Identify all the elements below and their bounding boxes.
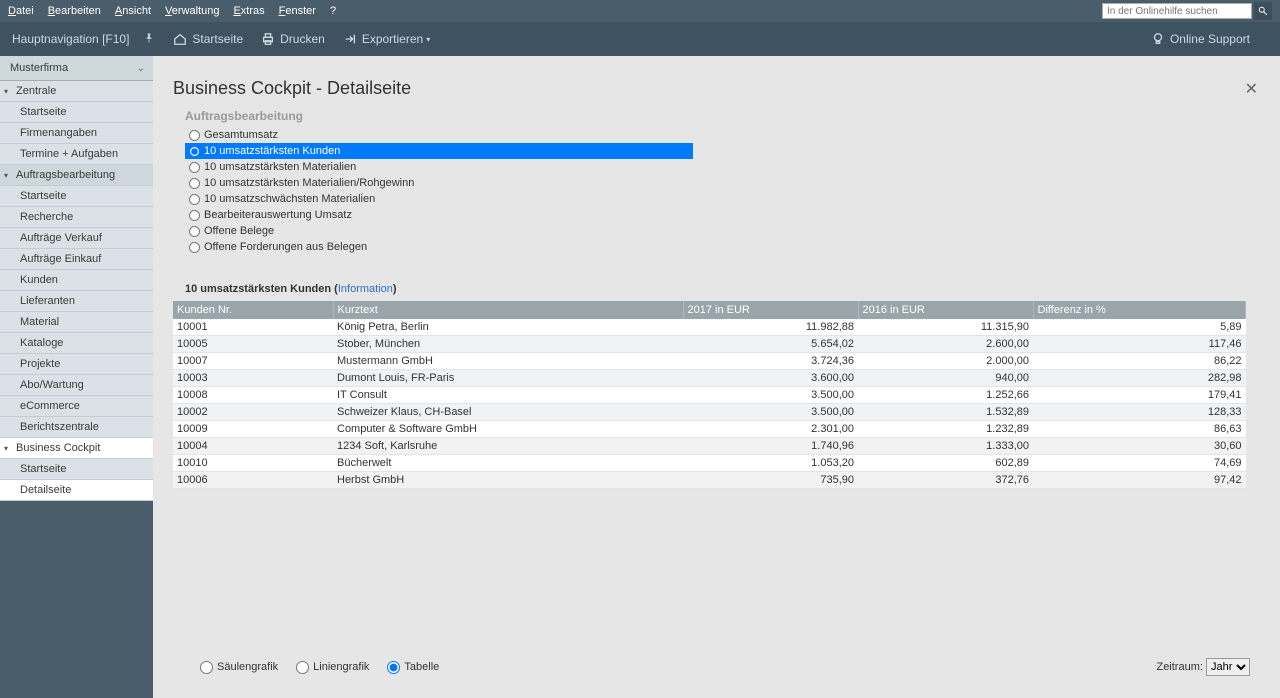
nav-recherche[interactable]: Recherche — [0, 207, 153, 228]
menu-ansicht[interactable]: Ansicht — [115, 5, 151, 17]
home-button[interactable]: Startseite — [173, 32, 243, 46]
help-search-button[interactable] — [1254, 2, 1272, 20]
information-link[interactable]: Information — [338, 283, 393, 295]
col-3[interactable]: 2016 in EUR — [858, 301, 1033, 319]
chevron-down-icon: ▾ — [426, 35, 430, 44]
nav-material[interactable]: Material — [0, 312, 153, 333]
nav-lieferanten[interactable]: Lieferanten — [0, 291, 153, 312]
toolbar: Hauptnavigation [F10] Startseite Drucken… — [0, 22, 1280, 56]
home-icon — [173, 32, 187, 46]
pin-icon[interactable] — [143, 32, 155, 47]
view-tabelle[interactable]: Tabelle — [387, 661, 439, 674]
view-liniengrafik[interactable]: Liniengrafik — [296, 661, 369, 674]
report-option-2[interactable]: 10 umsatzstärksten Materialien — [185, 159, 693, 175]
nav-auftr-ge-einkauf[interactable]: Aufträge Einkauf — [0, 249, 153, 270]
print-icon — [261, 32, 275, 46]
nav-zentrale[interactable]: Zentrale — [0, 81, 153, 102]
footer-controls: Säulengrafik Liniengrafik Tabelle Zeitraum… — [200, 658, 1250, 676]
report-option-5[interactable]: Bearbeiterauswertung Umsatz — [185, 207, 693, 223]
export-label: Exportieren — [362, 32, 423, 46]
report-option-3[interactable]: 10 umsatzstärksten Materialien/Rohgewinn — [185, 175, 693, 191]
menu-extras[interactable]: Extras — [233, 5, 264, 17]
help-search-input[interactable] — [1102, 3, 1252, 19]
sidebar: Musterfirma ⌄ ZentraleStartseiteFirmenan… — [0, 56, 153, 698]
export-icon — [343, 32, 357, 46]
page-title: Business Cockpit - Detailseite — [173, 78, 1241, 99]
customers-table: Kunden Nr.Kurztext2017 in EUR2016 in EUR… — [173, 301, 1246, 489]
nav-projekte[interactable]: Projekte — [0, 354, 153, 375]
table-row[interactable]: 10003Dumont Louis, FR-Paris3.600,00940,0… — [173, 370, 1246, 387]
close-button[interactable]: ✕ — [1241, 79, 1262, 99]
period-label: Zeitraum: — [1156, 661, 1202, 673]
nav-kunden[interactable]: Kunden — [0, 270, 153, 291]
table-row[interactable]: 10001König Petra, Berlin11.982,8811.315,… — [173, 319, 1246, 336]
main-navigation-label: Hauptnavigation [F10] — [12, 32, 129, 46]
online-support-button[interactable]: Online Support — [1151, 32, 1250, 46]
menubar: Datei Bearbeiten Ansicht Verwaltung Extras Fe… — [0, 0, 1280, 22]
print-label: Drucken — [280, 32, 325, 46]
nav-berichtszentrale[interactable]: Berichtszentrale — [0, 417, 153, 438]
export-button[interactable]: Exportieren ▾ — [343, 32, 430, 46]
col-1[interactable]: Kurztext — [333, 301, 683, 319]
section-title: Auftragsbearbeitung — [185, 109, 1262, 123]
table-row[interactable]: 100041234 Soft, Karlsruhe1.740,961.333,0… — [173, 438, 1246, 455]
report-option-7[interactable]: Offene Forderungen aus Belegen — [185, 239, 693, 255]
nav-firmenangaben[interactable]: Firmenangaben — [0, 123, 153, 144]
report-option-6[interactable]: Offene Belege — [185, 223, 693, 239]
nav-ecommerce[interactable]: eCommerce — [0, 396, 153, 417]
menu-?[interactable]: ? — [330, 5, 336, 17]
report-option-1[interactable]: 10 umsatzstärksten Kunden — [185, 143, 693, 159]
nav-startseite[interactable]: Startseite — [0, 102, 153, 123]
main-content: Business Cockpit - Detailseite ✕ Auftrag… — [153, 56, 1280, 698]
col-4[interactable]: Differenz in % — [1033, 301, 1246, 319]
table-row[interactable]: 10006Herbst GmbH735,90372,7697,42 — [173, 472, 1246, 489]
firm-selector[interactable]: Musterfirma ⌄ — [0, 56, 153, 81]
menu-verwaltung[interactable]: Verwaltung — [165, 5, 219, 17]
table-row[interactable]: 10010Bücherwelt1.053,20602,8974,69 — [173, 455, 1246, 472]
menu-fenster[interactable]: Fenster — [279, 5, 316, 17]
menu-datei[interactable]: Datei — [8, 5, 34, 17]
nav-detailseite[interactable]: Detailseite — [0, 480, 153, 501]
nav-startseite[interactable]: Startseite — [0, 186, 153, 207]
report-selector: Gesamtumsatz10 umsatzstärksten Kunden10 … — [185, 127, 693, 255]
col-0[interactable]: Kunden Nr. — [173, 301, 333, 319]
nav-kataloge[interactable]: Kataloge — [0, 333, 153, 354]
table-row[interactable]: 10002Schweizer Klaus, CH-Basel3.500,001.… — [173, 404, 1246, 421]
nav-abo-wartung[interactable]: Abo/Wartung — [0, 375, 153, 396]
lightbulb-icon — [1151, 32, 1165, 46]
report-option-4[interactable]: 10 umsatzschwächsten Materialien — [185, 191, 693, 207]
col-2[interactable]: 2017 in EUR — [683, 301, 858, 319]
home-label: Startseite — [192, 32, 243, 46]
report-option-0[interactable]: Gesamtumsatz — [185, 127, 693, 143]
firm-name: Musterfirma — [10, 62, 68, 74]
table-row[interactable]: 10008IT Consult3.500,001.252,66179,41 — [173, 387, 1246, 404]
nav-startseite[interactable]: Startseite — [0, 459, 153, 480]
table-row[interactable]: 10009Computer & Software GmbH2.301,001.2… — [173, 421, 1246, 438]
table-caption: 10 umsatzstärksten Kunden (Information) — [185, 283, 1262, 295]
nav-termine-aufgaben[interactable]: Termine + Aufgaben — [0, 144, 153, 165]
menu-bearbeiten[interactable]: Bearbeiten — [48, 5, 101, 17]
table-row[interactable]: 10005Stober, München5.654,022.600,00117,… — [173, 336, 1246, 353]
table-row[interactable]: 10007Mustermann GmbH3.724,362.000,0086,2… — [173, 353, 1246, 370]
period-select[interactable]: Jahr — [1206, 658, 1250, 676]
print-button[interactable]: Drucken — [261, 32, 325, 46]
chevron-down-icon: ⌄ — [137, 63, 145, 74]
nav-auftragsbearbeitung[interactable]: Auftragsbearbeitung — [0, 165, 153, 186]
nav-auftr-ge-verkauf[interactable]: Aufträge Verkauf — [0, 228, 153, 249]
nav-business-cockpit[interactable]: Business Cockpit — [0, 438, 153, 459]
view-säulengrafik[interactable]: Säulengrafik — [200, 661, 278, 674]
online-support-label: Online Support — [1170, 32, 1250, 46]
